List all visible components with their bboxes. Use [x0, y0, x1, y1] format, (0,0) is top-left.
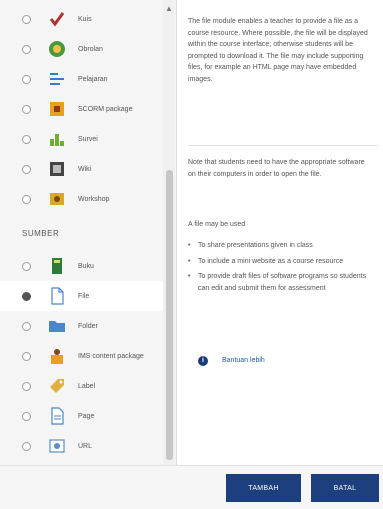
chooser-item[interactable]: Folder: [0, 311, 163, 341]
radio-button[interactable]: [22, 74, 31, 84]
chooser-item-label: URL: [78, 442, 93, 450]
usage-list-item: To share presentations given in class: [188, 240, 378, 252]
book-icon: [46, 255, 68, 277]
add-button[interactable]: TAMBAH: [226, 474, 301, 502]
chooser-item[interactable]: Survei: [0, 124, 163, 154]
activity-chooser-list: Kuis Obrolan Pelajaran SCORM package Survei W…: [0, 0, 177, 465]
file-icon: [46, 285, 68, 307]
chooser-item[interactable]: File: [0, 281, 163, 311]
radio-button[interactable]: [22, 351, 31, 361]
chooser-item-label: Wiki: [78, 165, 92, 173]
radio-button[interactable]: [22, 261, 31, 271]
chooser-item[interactable]: Workshop: [0, 184, 163, 214]
url-icon: [46, 435, 68, 457]
ims-package-icon: [46, 345, 68, 367]
chooser-item-label: Pelajaran: [78, 75, 108, 83]
chooser-item[interactable]: Buku: [0, 251, 163, 281]
usage-list: To share presentations given in class To…: [188, 240, 378, 298]
radio-button[interactable]: [22, 104, 31, 114]
chooser-item[interactable]: Pelajaran: [0, 64, 163, 94]
radio-button[interactable]: [22, 164, 31, 174]
usage-list-item: To provide draft files of software progr…: [188, 271, 378, 294]
radio-button[interactable]: [22, 44, 31, 54]
description-paragraph: The file module enables a teacher to pro…: [188, 18, 368, 83]
info-icon: i: [198, 355, 208, 366]
chooser-item-label: Page: [78, 412, 95, 420]
radio-button[interactable]: [22, 321, 31, 331]
more-help-label[interactable]: Bantuan lebih: [222, 355, 265, 367]
chooser-item-label: Workshop: [78, 195, 110, 203]
cancel-button[interactable]: BATAL: [311, 474, 379, 502]
chooser-item[interactable]: Label: [0, 371, 163, 401]
chooser-item-label: Obrolan: [78, 45, 103, 53]
chooser-item[interactable]: IMS content package: [0, 341, 163, 371]
chooser-item-label: Survei: [78, 135, 98, 143]
survey-icon: [46, 128, 68, 150]
chooser-item[interactable]: Obrolan: [0, 34, 163, 64]
chat-icon: [46, 38, 68, 60]
chooser-item-label: Label: [78, 382, 96, 390]
module-description-panel: The file module enables a teacher to pro…: [188, 0, 378, 465]
chooser-item-label: Kuis: [78, 15, 92, 23]
radio-button[interactable]: [22, 134, 31, 144]
workshop-icon: [46, 188, 68, 210]
divider: [188, 145, 378, 146]
radio-button[interactable]: [22, 14, 31, 24]
scroll-up-arrow-icon[interactable]: ▲: [164, 4, 174, 14]
chooser-item-label: SCORM package: [78, 105, 133, 113]
wiki-icon: [46, 158, 68, 180]
chooser-item[interactable]: Wiki: [0, 154, 163, 184]
more-help-link[interactable]: i Bantuan lebih: [198, 355, 265, 367]
chooser-item[interactable]: SCORM package: [0, 94, 163, 124]
chooser-item[interactable]: Kuis: [0, 4, 163, 34]
page-icon: [46, 405, 68, 427]
chooser-item[interactable]: URL: [0, 431, 163, 461]
scorm-icon: [46, 98, 68, 120]
lesson-icon: [46, 68, 68, 90]
radio-button[interactable]: [22, 194, 31, 204]
quiz-icon: [46, 8, 68, 30]
radio-button[interactable]: [22, 441, 31, 451]
radio-button[interactable]: [22, 411, 31, 421]
chooser-item-label: Buku: [78, 262, 94, 270]
radio-button[interactable]: [22, 381, 31, 391]
radio-button[interactable]: [22, 291, 31, 301]
section-heading-resources: SUMBER: [22, 229, 60, 238]
usage-list-item: To include a mini website as a course re…: [188, 256, 378, 268]
folder-icon: [46, 315, 68, 337]
chooser-item-label: IMS content package: [78, 352, 144, 360]
description-note: Note that students need to have the appr…: [188, 159, 365, 178]
chooser-item-label: File: [78, 292, 90, 300]
chooser-item[interactable]: Page: [0, 401, 163, 431]
label-icon: [46, 375, 68, 397]
usage-intro: A file may be used: [188, 221, 246, 228]
scrollbar-thumb[interactable]: [166, 170, 173, 460]
chooser-item-label: Folder: [78, 322, 98, 330]
